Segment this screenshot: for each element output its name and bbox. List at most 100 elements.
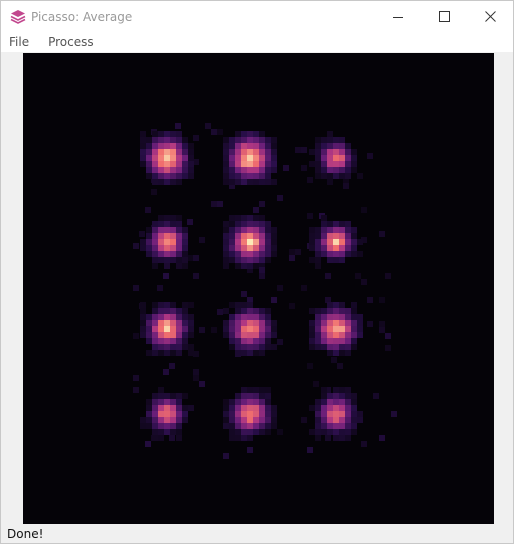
spot-pixel (140, 308, 146, 314)
spot-pixel (327, 423, 333, 429)
spot-pixel (229, 143, 235, 149)
status-text: Done! (7, 526, 44, 541)
image-viewer[interactable] (23, 53, 494, 524)
spot-pixel (235, 344, 241, 350)
spot-pixel (351, 314, 357, 320)
spot-pixel (321, 161, 327, 167)
spot-pixel (315, 257, 321, 263)
spot-pixel (170, 239, 176, 245)
spot-pixel (351, 405, 357, 411)
spot-pixel (315, 233, 321, 239)
spot-pixel (339, 155, 345, 161)
spot-pixel (333, 314, 339, 320)
spot-pixel (315, 251, 321, 257)
title-bar[interactable]: Picasso: Average (1, 1, 513, 32)
spot-pixel (158, 387, 164, 393)
spot-pixel (170, 314, 176, 320)
spot-pixel (339, 221, 345, 227)
spot-pixel (235, 423, 241, 429)
spot-pixel (271, 417, 277, 423)
spot-pixel (271, 179, 277, 185)
spot-pixel (339, 435, 345, 441)
spot-pixel (170, 332, 176, 338)
spot-pixel (229, 411, 235, 417)
spot-pixel (170, 338, 176, 344)
spot-pixel (247, 302, 253, 308)
spot-pixel (170, 429, 176, 435)
spot-pixel (188, 173, 194, 179)
spot-pixel (271, 161, 277, 167)
spot-pixel (241, 405, 247, 411)
menu-process[interactable]: Process (40, 35, 101, 49)
spot-pixel (182, 239, 188, 245)
spot-pixel (253, 344, 259, 350)
spot-pixel (229, 251, 235, 257)
spot-pixel (176, 215, 182, 221)
spot-pixel (223, 251, 229, 257)
spot-pixel (333, 245, 339, 251)
spot-pixel (188, 314, 194, 320)
spot-pixel (241, 326, 247, 332)
noise-pixel (307, 447, 313, 453)
noise-pixel (301, 417, 307, 423)
spot-pixel (327, 405, 333, 411)
spot-pixel (315, 308, 321, 314)
localization-spot (309, 131, 363, 185)
spot-pixel (345, 350, 351, 356)
spot-pixel (345, 239, 351, 245)
spot-pixel (146, 350, 152, 356)
spot-pixel (253, 143, 259, 149)
minimize-button[interactable] (375, 1, 421, 32)
spot-pixel (170, 320, 176, 326)
spot-pixel (170, 302, 176, 308)
spot-pixel (327, 302, 333, 308)
noise-pixel (361, 441, 367, 447)
spot-pixel (146, 173, 152, 179)
spot-pixel (351, 233, 357, 239)
spot-pixel (271, 344, 277, 350)
spot-pixel (357, 239, 363, 245)
spot-pixel (259, 221, 265, 227)
spot-pixel (321, 143, 327, 149)
spot-pixel (247, 167, 253, 173)
menu-file[interactable]: File (1, 35, 36, 49)
spot-pixel (345, 332, 351, 338)
spot-pixel (182, 393, 188, 399)
spot-pixel (188, 326, 194, 332)
spot-pixel (140, 137, 146, 143)
spot-pixel (253, 251, 259, 257)
spot-pixel (259, 350, 265, 356)
spot-pixel (345, 173, 351, 179)
spot-pixel (339, 399, 345, 405)
spot-pixel (345, 227, 351, 233)
spot-pixel (351, 245, 357, 251)
spot-pixel (152, 350, 158, 356)
spot-pixel (345, 399, 351, 405)
spot-pixel (253, 350, 259, 356)
noise-pixel (325, 273, 331, 279)
spot-pixel (176, 344, 182, 350)
spot-pixel (345, 314, 351, 320)
spot-pixel (357, 251, 363, 257)
maximize-button[interactable] (421, 1, 467, 32)
spot-pixel (229, 320, 235, 326)
spot-pixel (164, 417, 170, 423)
spot-pixel (146, 239, 152, 245)
spot-pixel (321, 173, 327, 179)
localization-spot (223, 302, 277, 356)
spot-pixel (241, 137, 247, 143)
close-button[interactable] (467, 1, 513, 32)
noise-pixel (367, 321, 373, 327)
spot-pixel (235, 221, 241, 227)
localization-spot (140, 131, 194, 185)
spot-pixel (309, 245, 315, 251)
spot-pixel (241, 245, 247, 251)
spot-pixel (265, 429, 271, 435)
noise-pixel (313, 381, 319, 387)
spot-pixel (339, 302, 345, 308)
spot-pixel (152, 251, 158, 257)
spot-pixel (182, 173, 188, 179)
spot-pixel (164, 215, 170, 221)
spot-pixel (235, 320, 241, 326)
spot-pixel (235, 332, 241, 338)
